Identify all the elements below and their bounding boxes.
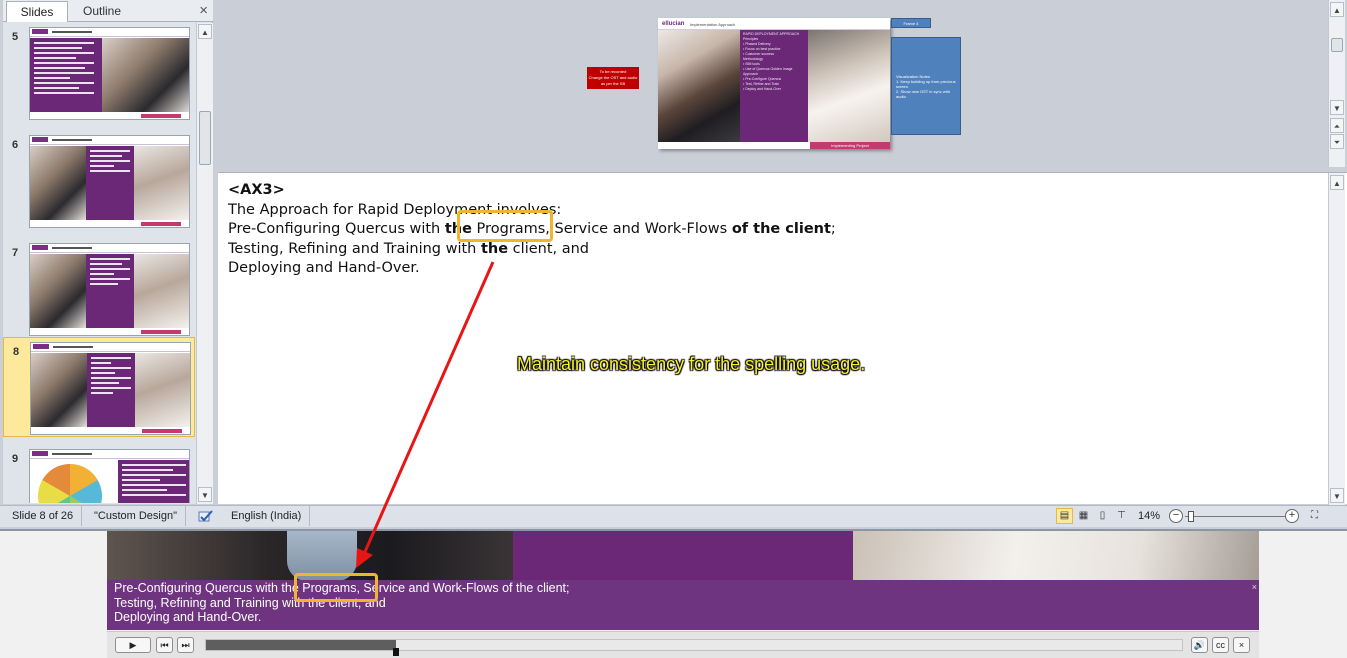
scroll-up-icon[interactable]: ▲ (198, 24, 212, 39)
spell-check-icon[interactable] (198, 509, 213, 523)
status-bar: Slide 8 of 26 "Custom Design" English (I… (0, 505, 1347, 527)
slide-thumbnail[interactable] (29, 449, 190, 503)
slide-number: 9 (12, 453, 19, 465)
caption-line: Deploying and Hand-Over. (114, 610, 262, 624)
slide-sorter-icon[interactable]: ▦ (1075, 508, 1092, 524)
close-player-icon[interactable]: × (1233, 637, 1250, 653)
slide-editor[interactable]: To be recorded Change the OST and audio as… (218, 0, 1347, 167)
zoom-out-icon[interactable]: − (1169, 509, 1183, 523)
slide-thumbnail[interactable] (29, 27, 190, 120)
slide-footer: Implementing Project (810, 142, 890, 149)
blue-callout: Visualization Notes 1. Keep building up f… (891, 37, 961, 135)
video-frame[interactable] (107, 531, 1259, 581)
scroll-up-icon[interactable]: ▲ (1330, 175, 1344, 190)
reading-view-icon[interactable]: ▯ (1094, 508, 1111, 524)
caption-line: Testing, Refining and Training with the … (114, 595, 386, 610)
slide-thumbnail-row[interactable]: 9 (3, 445, 195, 503)
player-controls: ▶ ⏮ ⏭ 🔊 cc × (107, 631, 1259, 658)
next-slide-icon[interactable]: ⏷ (1330, 134, 1344, 149)
slide-thumbnail-row[interactable]: 7 (3, 239, 195, 339)
slide-number: 7 (12, 247, 19, 259)
zoom-level[interactable]: 14% (1138, 506, 1160, 526)
slide-nav: Implementation Approach (690, 22, 736, 27)
pane-tabs: Slides Outline × (3, 0, 213, 22)
language-indicator[interactable]: English (India) (223, 506, 311, 526)
notes-pane[interactable]: <AX3> The Approach for Rapid Deployment … (218, 172, 1347, 505)
slides-scrollbar[interactable]: ▲ ▼ (196, 23, 213, 504)
slide-thumbnail[interactable] (30, 342, 191, 435)
slide-number: 8 (13, 346, 20, 358)
review-comment: Maintain consistency for the spelling us… (517, 354, 866, 374)
tab-outline[interactable]: Outline (70, 1, 134, 22)
slide-show-icon[interactable]: ⊤ (1113, 508, 1130, 524)
scroll-down-icon[interactable]: ▼ (1330, 488, 1344, 503)
caption-close-icon[interactable]: × (1252, 580, 1257, 595)
powerpoint-window: Slides Outline × 5 6 7 8 9 ▲ ▼ To be rec… (0, 0, 1347, 531)
theme-name[interactable]: "Custom Design" (86, 506, 187, 526)
scroll-down-icon[interactable]: ▼ (1330, 100, 1344, 115)
play-icon[interactable]: ▶ (115, 637, 151, 653)
slide-thumbnail[interactable] (29, 135, 190, 228)
slide-thumbnail-list: 5 6 7 8 9 (3, 23, 195, 503)
blue-tab-callout: Frame 4 (891, 18, 931, 28)
current-slide[interactable]: ellucian Implementation Approach RAPID D… (658, 18, 890, 149)
notes-line: Deploying and Hand-Over. (228, 260, 420, 276)
tab-slides[interactable]: Slides (6, 1, 68, 22)
seek-bar-progress (206, 640, 397, 650)
slide-thumbnail-row-selected[interactable]: 8 (3, 337, 195, 437)
notes-heading: <AX3> (228, 182, 285, 198)
scrollbar-thumb[interactable] (199, 111, 211, 165)
scrollbar-thumb[interactable] (1331, 38, 1343, 52)
screen-root: Slides Outline × 5 6 7 8 9 ▲ ▼ To be rec… (0, 0, 1347, 658)
slide-indicator: Slide 8 of 26 (4, 506, 83, 526)
highlight-box-captions (294, 573, 378, 602)
closed-captions-button[interactable]: cc (1212, 637, 1229, 653)
previous-slide-icon[interactable]: ⏶ (1330, 118, 1344, 133)
seek-bar[interactable] (205, 639, 1183, 656)
volume-icon[interactable]: 🔊 (1191, 637, 1208, 653)
red-callout: To be recorded Change the OST and audio as… (587, 67, 639, 89)
normal-view-icon[interactable]: ▤ (1056, 508, 1073, 524)
caption-panel: Pre-Configuring Quercus with the Program… (107, 580, 1259, 630)
zoom-in-icon[interactable]: + (1285, 509, 1299, 523)
slide-thumbnail-row[interactable]: 5 (3, 23, 195, 123)
scroll-down-icon[interactable]: ▼ (198, 487, 212, 502)
zoom-slider[interactable] (1185, 516, 1285, 517)
slide-photo-right (808, 30, 890, 142)
next-icon[interactable]: ⏭ (177, 637, 194, 653)
slide-thumbnail-row[interactable]: 6 (3, 131, 195, 231)
slide-photo-left (658, 30, 740, 142)
seek-bar-handle[interactable] (393, 648, 400, 656)
close-pane-icon[interactable]: × (199, 2, 208, 20)
slides-pane: Slides Outline × 5 6 7 8 9 ▲ ▼ (3, 0, 213, 504)
zoom-slider-handle[interactable] (1188, 511, 1194, 522)
previous-icon[interactable]: ⏮ (156, 637, 173, 653)
slide-number: 5 (12, 31, 19, 43)
highlight-box-notes (457, 210, 553, 242)
slide-body-text: RAPID DEPLOYMENT APPROACH Principles • Pha… (743, 32, 800, 91)
scroll-up-icon[interactable]: ▲ (1330, 2, 1344, 17)
slide-number: 6 (12, 139, 19, 151)
slide-thumbnail[interactable] (29, 243, 190, 336)
caption-line: Pre-Configuring Quercus with the Program… (114, 581, 570, 595)
slide-scrollbar[interactable]: ▲ ▼ ⏶ ⏷ (1328, 0, 1345, 167)
notes-line: Testing, Refining and Training with the … (228, 240, 590, 257)
fit-to-window-icon[interactable]: ⛶ (1306, 508, 1323, 524)
slide-logo: ellucian (662, 21, 685, 27)
notes-scrollbar[interactable]: ▲ ▼ (1328, 173, 1345, 505)
